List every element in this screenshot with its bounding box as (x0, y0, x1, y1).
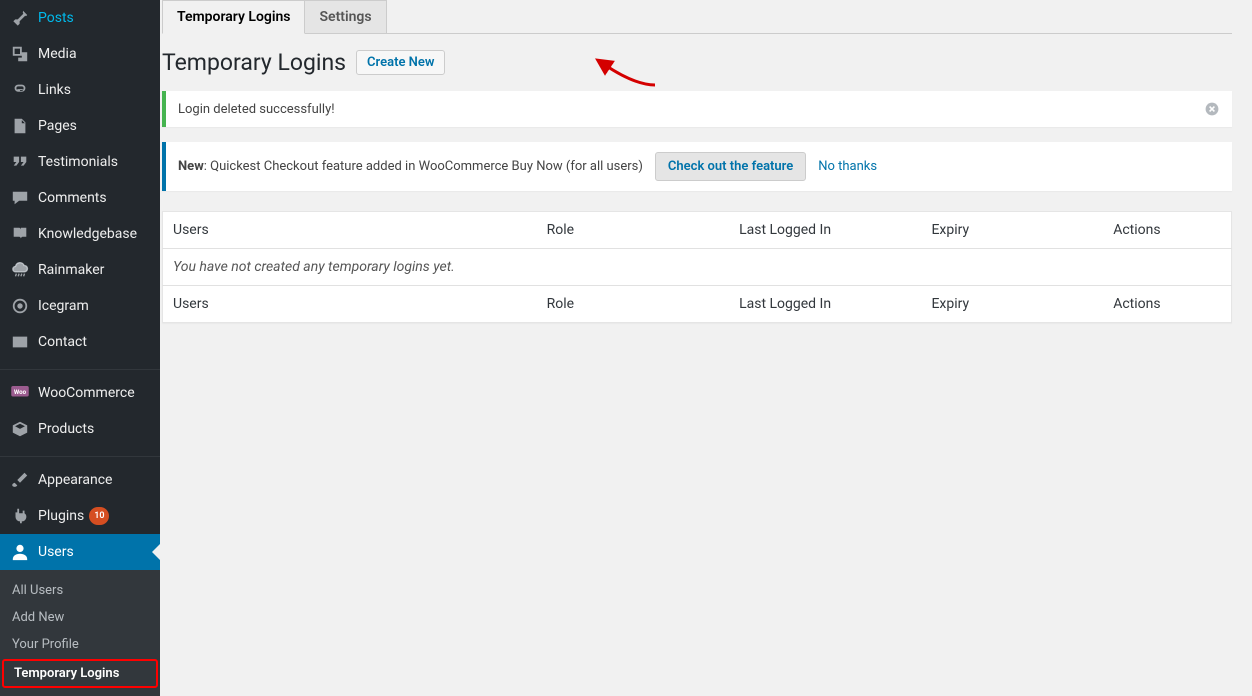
svg-text:Woo: Woo (14, 389, 27, 396)
tabs: Temporary Logins Settings (162, 0, 1232, 34)
user-icon (10, 542, 30, 562)
brush-icon (10, 470, 30, 490)
heading-row: Temporary Logins Create New (162, 49, 1232, 76)
woocommerce-icon: Woo (10, 383, 30, 403)
table-footer-row: Users Role Last Logged In Expiry Actions (163, 286, 1232, 323)
submenu-add-new[interactable]: Add New (0, 604, 160, 631)
sidebar-label: Rainmaker (38, 262, 104, 278)
sidebar-label: Knowledgebase (38, 226, 137, 242)
col-expiry: Expiry (921, 286, 1103, 323)
sidebar-label: WooCommerce (38, 385, 135, 401)
sidebar-item-links[interactable]: Links (0, 72, 160, 108)
col-actions: Actions (1103, 286, 1231, 323)
sidebar-separator (0, 452, 160, 457)
sidebar-item-pages[interactable]: Pages (0, 108, 160, 144)
page-icon (10, 116, 30, 136)
quote-icon (10, 152, 30, 172)
temporary-logins-table: Users Role Last Logged In Expiry Actions… (162, 211, 1232, 323)
create-new-button[interactable]: Create New (356, 50, 445, 75)
mail-icon (10, 332, 30, 352)
submenu-your-profile[interactable]: Your Profile (0, 631, 160, 658)
sidebar-separator (0, 365, 160, 370)
pin-icon (10, 8, 30, 28)
table-empty-row: You have not created any temporary login… (163, 249, 1232, 286)
tab-temporary-logins[interactable]: Temporary Logins (162, 0, 305, 34)
check-feature-button[interactable]: Check out the feature (655, 152, 806, 181)
users-submenu: All Users Add New Your Profile Temporary… (0, 570, 160, 696)
comment-icon (10, 188, 30, 208)
sidebar-label: Users (38, 544, 74, 560)
table-header-row: Users Role Last Logged In Expiry Actions (163, 212, 1232, 249)
sidebar-label: Posts (38, 10, 74, 26)
sidebar-item-posts[interactable]: Posts (0, 0, 160, 36)
sidebar-label: Plugins (38, 508, 84, 524)
sidebar-item-testimonials[interactable]: Testimonials (0, 144, 160, 180)
sidebar-item-woocommerce[interactable]: Woo WooCommerce (0, 375, 160, 411)
sidebar-label: Testimonials (38, 154, 118, 170)
book-icon (10, 224, 30, 244)
submenu-all-users[interactable]: All Users (0, 577, 160, 604)
notice-text: Login deleted successfully! (178, 102, 335, 117)
col-last-logged: Last Logged In (729, 286, 921, 323)
sidebar-item-appearance[interactable]: Appearance (0, 462, 160, 498)
submenu-temporary-logins[interactable]: Temporary Logins (2, 659, 158, 688)
promo-notice: New: Quickest Checkout feature added in … (162, 142, 1232, 191)
admin-sidebar: Posts Media Links Pages Testimonials Com… (0, 0, 160, 608)
col-role: Role (537, 212, 729, 249)
success-notice: Login deleted successfully! (162, 91, 1232, 127)
col-users: Users (163, 212, 537, 249)
sidebar-item-knowledgebase[interactable]: Knowledgebase (0, 216, 160, 252)
tab-settings[interactable]: Settings (305, 0, 386, 33)
sidebar-label: Comments (38, 190, 107, 206)
col-actions: Actions (1103, 212, 1231, 249)
sidebar-label: Links (38, 82, 71, 98)
cloud-icon (10, 260, 30, 280)
sidebar-label: Contact (38, 334, 87, 350)
sidebar-label: Appearance (38, 472, 112, 488)
sidebar-item-icegram[interactable]: Icegram (0, 288, 160, 324)
sidebar-label: Products (38, 421, 94, 437)
sidebar-item-plugins[interactable]: Plugins 10 (0, 498, 160, 534)
col-last-logged: Last Logged In (729, 212, 921, 249)
col-users: Users (163, 286, 537, 323)
sidebar-label: Media (38, 46, 77, 62)
no-thanks-link[interactable]: No thanks (818, 159, 877, 174)
plugins-update-badge: 10 (89, 507, 109, 525)
sidebar-label: Icegram (38, 298, 89, 314)
box-icon (10, 419, 30, 439)
plug-icon (10, 506, 30, 526)
link-icon (10, 80, 30, 100)
icegram-icon (10, 296, 30, 316)
table-empty-text: You have not created any temporary login… (163, 249, 1232, 286)
main-content: Temporary Logins Settings Temporary Logi… (160, 0, 1252, 608)
media-icon (10, 44, 30, 64)
sidebar-label: Pages (38, 118, 77, 134)
sidebar-item-users[interactable]: Users (0, 534, 160, 570)
page-title: Temporary Logins (162, 49, 346, 76)
sidebar-item-comments[interactable]: Comments (0, 180, 160, 216)
sidebar-item-contact[interactable]: Contact (0, 324, 160, 360)
sidebar-item-rainmaker[interactable]: Rainmaker (0, 252, 160, 288)
sidebar-item-products[interactable]: Products (0, 411, 160, 447)
col-expiry: Expiry (921, 212, 1103, 249)
col-role: Role (537, 286, 729, 323)
sidebar-item-media[interactable]: Media (0, 36, 160, 72)
dismiss-icon[interactable] (1204, 101, 1220, 117)
promo-text: New: Quickest Checkout feature added in … (178, 159, 643, 174)
